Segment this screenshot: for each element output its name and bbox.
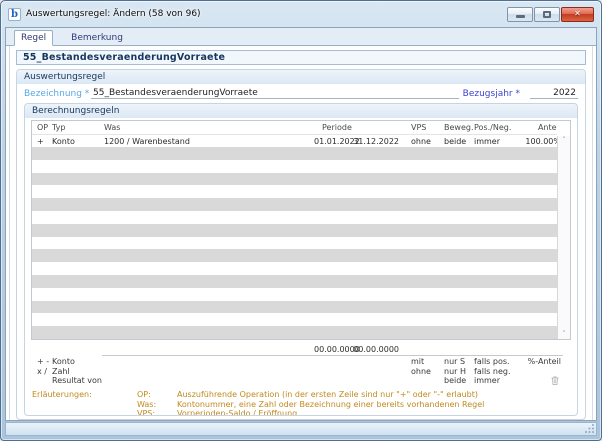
table-row-empty[interactable] (32, 288, 557, 301)
col-header-vps: VPS (411, 122, 427, 132)
table-row-empty[interactable] (32, 262, 557, 275)
bezeichnung-input[interactable]: 55_BestandesveraenderungVorraete (91, 88, 459, 99)
app-window: b Auswertungsregel: Ändern (58 von 96) ✕… (0, 0, 602, 441)
status-bar (5, 422, 597, 436)
table-row-empty[interactable] (32, 147, 557, 160)
total-periode-bis: 00.00.0000 (353, 344, 399, 354)
group-auswertungsregel: Auswertungsregel Bezeichnung * 55_Bestan… (16, 69, 586, 420)
scroll-up-icon[interactable]: ˄ (562, 137, 566, 144)
col-header-pos-neg: Pos./Neg. (474, 122, 512, 132)
table-row-empty[interactable] (32, 160, 557, 173)
window-controls: ✕ (507, 6, 594, 22)
table-row-empty[interactable] (32, 313, 557, 326)
tab-regel[interactable]: Regel (14, 30, 54, 46)
cell-periode-von[interactable]: 01.01.2022 (314, 137, 360, 146)
bezeichnung-label: Bezeichnung * (24, 89, 90, 99)
totals-row: 00.00.0000 00.00.0000 (32, 343, 577, 355)
col-header-periode: Periode (322, 122, 352, 132)
table-row-empty[interactable] (32, 211, 557, 224)
table-row[interactable]: + Konto 1200 / Warenbestand 01.01.2022 3… (32, 135, 557, 147)
note-text: Auszuführende Operation (in der ersten Z… (177, 390, 479, 400)
minimize-button[interactable] (507, 6, 533, 22)
cell-pos-neg[interactable]: immer (471, 137, 525, 146)
titlebar[interactable]: b Auswertungsregel: Ändern (58 von 96) ✕ (1, 1, 601, 27)
group-title-berechnungsregeln: Berechnungsregeln (25, 104, 577, 118)
tab-bar: Regel Bemerkung (6, 28, 596, 46)
maximize-button[interactable] (534, 6, 560, 22)
scroll-down-icon[interactable]: ˅ (562, 331, 566, 338)
legend-row: Resultat von beide immer (32, 376, 577, 385)
note-term: OP: (137, 390, 151, 400)
col-header-was: Was (104, 122, 121, 132)
table-header-row: OP Typ Was Periode VPS Beweg. Pos./Neg. … (32, 121, 557, 135)
table-row-empty[interactable] (32, 172, 557, 186)
table-row-empty[interactable] (32, 326, 557, 339)
app-icon-letter: b (11, 8, 18, 20)
cell-was[interactable]: 1200 / Warenbestand (102, 137, 314, 146)
cell-typ[interactable]: Konto (50, 137, 102, 146)
table-row-empty[interactable] (32, 185, 557, 198)
note-term: Was: (137, 399, 157, 409)
minimize-icon (515, 15, 525, 18)
col-header-op: OP (37, 122, 49, 132)
col-header-beweg: Beweg. (444, 122, 474, 132)
app-icon: b (8, 7, 21, 21)
table-row-empty[interactable] (32, 275, 557, 288)
table-row-empty[interactable] (32, 198, 557, 212)
cell-anteil[interactable]: 100.00% (525, 137, 557, 146)
note-term: VPS: (137, 408, 156, 416)
resize-grip[interactable] (585, 424, 595, 434)
table-row-empty[interactable] (32, 223, 557, 237)
rule-fields-row: Bezeichnung * 55_BestandesveraenderungVo… (17, 84, 585, 103)
trash-icon (551, 376, 559, 385)
notes-section: Erläuterungen: OP: Auszuführende Operati… (32, 390, 577, 416)
legend: + - Konto mit nur S falls pos. %-Anteil … (32, 355, 577, 385)
legend-row: + - Konto mit nur S falls pos. %-Anteil (37, 357, 561, 367)
cell-op[interactable]: + (32, 137, 50, 146)
legend-row: x / Zahl ohne nur H falls neg. (37, 366, 511, 376)
col-header-anteil: Anteil (537, 122, 557, 132)
close-icon: ✕ (574, 9, 581, 18)
cell-periode-bis[interactable]: 31.12.2022 (349, 137, 399, 146)
table-row-empty[interactable] (32, 249, 557, 263)
rule-name-text: 55_BestandesveraenderungVorraete (23, 52, 226, 63)
maximize-icon (543, 10, 551, 18)
empty-rows (32, 147, 557, 339)
cell-vps[interactable]: ohne (399, 137, 437, 146)
rule-name-header: 55_BestandesveraenderungVorraete (16, 50, 586, 65)
rules-table-body: OP Typ Was Periode VPS Beweg. Pos./Neg. … (32, 121, 557, 339)
bezugsjahr-input[interactable]: 2022 (530, 88, 578, 99)
total-periode-von: 00.00.0000 (314, 344, 360, 354)
note-text: Vorperioden-Saldo / Eröffnung (177, 408, 298, 416)
table-scrollbar[interactable]: ˄ ˅ (557, 136, 570, 339)
table-row-empty[interactable] (32, 237, 557, 250)
close-button[interactable]: ✕ (561, 6, 594, 22)
window-content: Regel Bemerkung 55_Bestandesveraenderung… (5, 27, 597, 421)
cell-beweg[interactable]: beide (437, 137, 471, 146)
group-berechnungsregeln: Berechnungsregeln OP Typ Was Periode VPS… (24, 103, 578, 416)
table-row-empty[interactable] (32, 300, 557, 314)
col-header-typ: Typ (52, 122, 66, 132)
tab-bemerkung[interactable]: Bemerkung (65, 31, 129, 45)
rules-table: OP Typ Was Periode VPS Beweg. Pos./Neg. … (31, 120, 571, 340)
note-text: Kontonummer, eine Zahl oder Bezeichnung … (177, 399, 485, 409)
notes-label: Erläuterungen: (32, 390, 92, 400)
tab-page-regel: 55_BestandesveraenderungVorraete Auswert… (9, 46, 593, 420)
group-title-auswertungsregel: Auswertungsregel (17, 70, 585, 84)
bezugsjahr-label: Bezugsjahr * (462, 89, 520, 99)
window-title: Auswertungsregel: Ändern (58 von 96) (26, 9, 201, 19)
